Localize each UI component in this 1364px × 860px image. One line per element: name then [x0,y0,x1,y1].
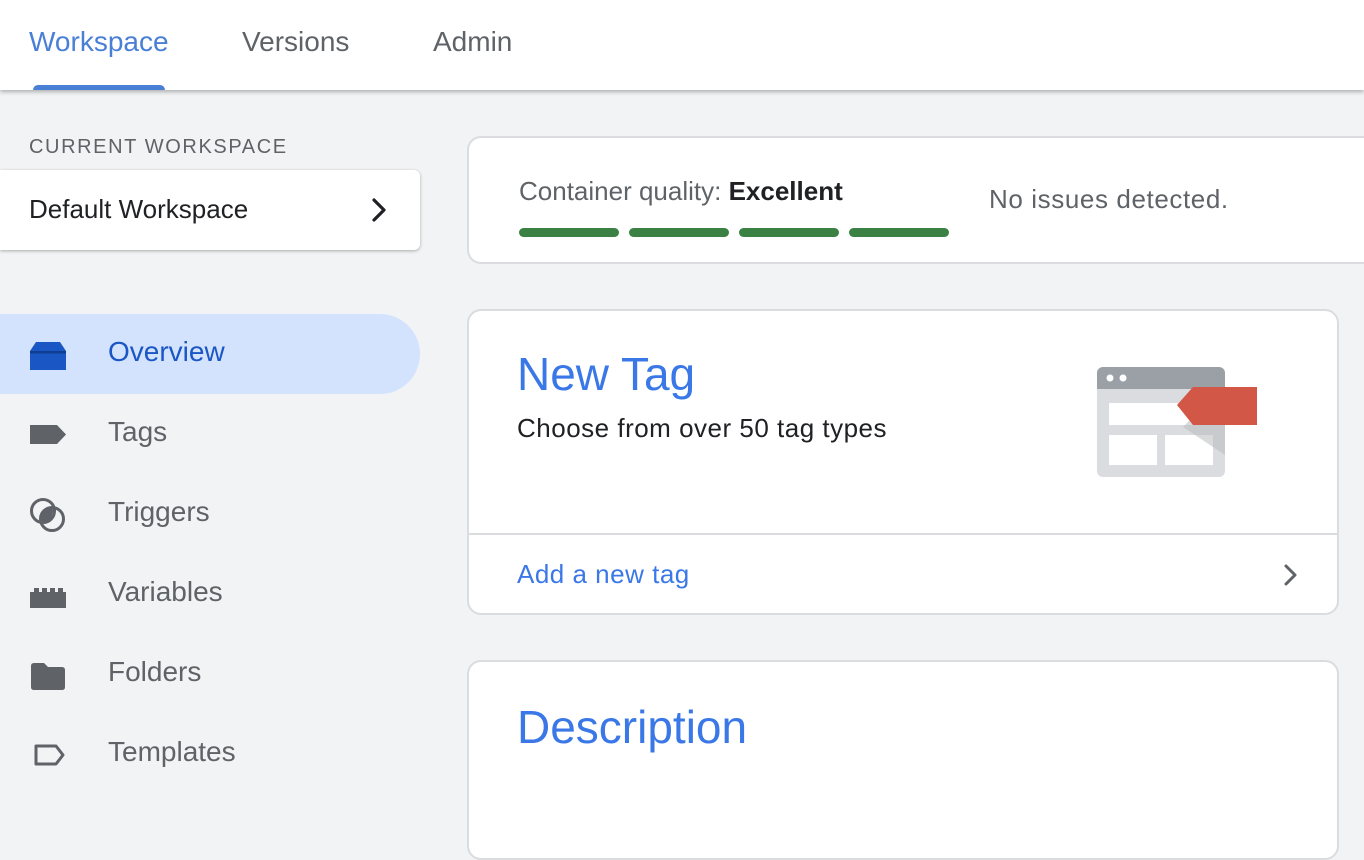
quality-bar-segment [629,228,729,237]
sidebar-item-label: Tags [108,416,168,447]
workspace-name: Default Workspace [29,194,249,224]
new-tag-subtitle: Choose from over 50 tag types [517,413,888,443]
tab-admin-label: Admin [433,26,513,57]
sidebar-item-templates[interactable]: Templates [0,714,420,794]
description-title: Description [517,701,748,753]
description-card: Description [467,660,1339,860]
templates-icon [34,744,65,766]
add-new-tag-link[interactable]: Add a new tag [517,559,690,590]
overview-icon [30,342,66,370]
quality-value: Excellent [728,176,843,206]
quality-bar-segment [849,228,949,237]
sidebar-item-tags[interactable]: Tags [0,394,420,474]
sidebar-item-label: Overview [108,336,225,367]
card-divider [469,533,1337,535]
current-workspace-label: CURRENT WORKSPACE [29,136,288,158]
chevron-right-icon[interactable] [1279,561,1303,589]
container-quality-label: Container quality: Excellent [519,176,843,207]
sidebar-item-folders[interactable]: Folders [0,634,420,714]
folder-icon [31,663,65,690]
sidebar-item-overview[interactable]: Overview [0,314,420,394]
quality-bar-segment [519,228,619,237]
tag-illustration-icon [1097,367,1257,477]
sidebar-item-label: Triggers [108,496,210,527]
quality-bar-segment [739,228,839,237]
sidebar-item-label: Folders [108,656,202,687]
tag-icon [30,425,66,444]
new-tag-title: New Tag [517,348,696,400]
triggers-icon [30,498,65,532]
sidebar-item-label: Variables [108,576,223,607]
quality-status: No issues detected. [989,184,1229,214]
tab-versions[interactable]: Versions [242,24,349,90]
tab-workspace[interactable]: Workspace [29,24,169,90]
tab-versions-label: Versions [242,26,350,57]
tab-admin[interactable]: Admin [433,24,512,90]
sidebar-item-label: Templates [108,736,236,767]
variables-icon [30,588,66,608]
container-quality-card: Container quality: Excellent No issues d… [467,136,1364,264]
sidebar-item-triggers[interactable]: Triggers [0,474,420,554]
new-tag-card: New Tag Choose from over 50 tag types Ad… [467,309,1339,615]
chevron-right-icon [372,198,386,222]
workspace-selector[interactable]: Default Workspace [0,170,420,250]
active-tab-indicator [33,85,165,90]
top-nav-bar: Workspace Versions Admin [0,0,1364,90]
quality-label-text: Container quality: [519,176,722,206]
tab-workspace-label: Workspace [29,26,169,57]
sidebar-item-variables[interactable]: Variables [0,554,420,634]
